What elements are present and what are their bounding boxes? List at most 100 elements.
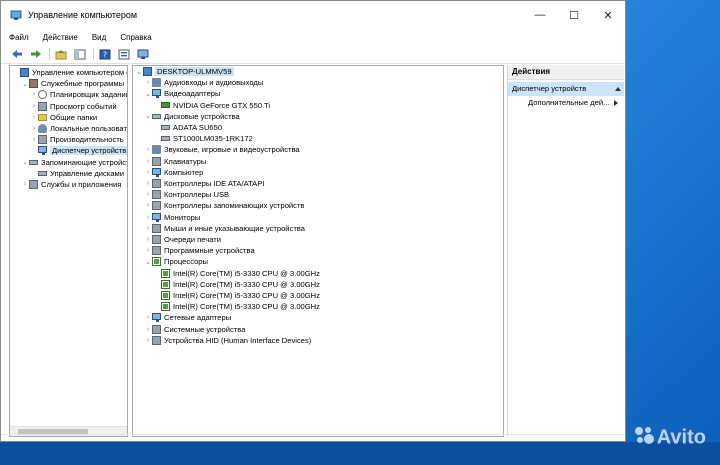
left_tree-node[interactable]: Управление дисками <box>30 168 124 179</box>
left_tree-node[interactable]: › Планировщик заданий <box>30 89 127 100</box>
device_tree-node[interactable]: Intel(R) Core(TM) i5-3330 CPU @ 3.00GHz <box>153 279 320 290</box>
device_tree-node[interactable]: Intel(R) Core(TM) i5-3330 CPU @ 3.00GHz <box>153 268 320 279</box>
expanded-chevron-icon[interactable]: ⌄ <box>21 158 29 166</box>
folder-icon <box>38 113 47 121</box>
title-bar[interactable]: Управление компьютером — ☐ ✕ <box>1 1 625 29</box>
console-tree-pane[interactable]: Управление компьютером (л ⌄ Служебные прог… <box>9 65 128 437</box>
maximize-button[interactable]: ☐ <box>557 1 591 29</box>
submenu-triangle-icon <box>614 100 618 106</box>
minimize-button[interactable]: — <box>523 1 557 29</box>
left_tree-node[interactable]: ⌄ Запоминающие устройст <box>21 157 127 168</box>
collapsed-chevron-icon[interactable]: › <box>144 214 152 221</box>
menu-bar: Файл Действие Вид Справка <box>1 29 625 45</box>
device_tree-node[interactable]: › Мыши и иные указывающие устройства <box>144 223 305 234</box>
left_tree-node[interactable]: › Службы и приложения <box>21 179 121 190</box>
collapsed-chevron-icon[interactable]: › <box>144 326 152 333</box>
collapsed-chevron-icon[interactable]: › <box>144 158 152 165</box>
device-manager-button[interactable] <box>136 48 150 60</box>
left_tree-node[interactable]: › Общие папки <box>30 112 97 123</box>
gen-icon <box>152 156 161 166</box>
device_tree-node[interactable]: › Программные устройства <box>144 245 255 256</box>
device_tree-node[interactable]: › Контроллеры запоминающих устройств <box>144 200 304 211</box>
collapsed-chevron-icon[interactable]: › <box>144 314 152 321</box>
up-level-button[interactable] <box>54 48 68 60</box>
menu-file[interactable]: Файл <box>9 33 29 42</box>
left_tree-label: Управление компьютером (л <box>32 68 128 77</box>
left_tree-node[interactable]: › Локальные пользовате <box>30 123 128 134</box>
device_tree-node[interactable]: › Мониторы <box>144 212 200 223</box>
expanded-chevron-icon[interactable]: ⌄ <box>144 112 152 120</box>
menu-view[interactable]: Вид <box>92 33 106 42</box>
left_tree-node[interactable]: Управление компьютером (л <box>12 67 128 78</box>
expanded-chevron-icon[interactable]: ⌄ <box>144 258 152 266</box>
device_tree-node[interactable]: › Устройства HID (Human Interface Devices… <box>144 335 311 346</box>
speaker-icon <box>152 78 161 88</box>
device_tree-node[interactable]: › Аудиовходы и аудиовыходы <box>144 77 263 88</box>
disk-icon <box>161 125 170 130</box>
collapsed-chevron-icon[interactable]: › <box>144 79 152 86</box>
collapse-triangle-icon[interactable] <box>615 87 621 91</box>
left_tree-node[interactable]: Диспетчер устройств <box>30 145 127 156</box>
device_tree-node[interactable]: › Системные устройства <box>144 324 245 335</box>
expanded-chevron-icon[interactable]: ⌄ <box>144 90 152 98</box>
help-button[interactable]: ? <box>98 48 112 60</box>
device_tree-node[interactable]: › Контроллеры IDE ATA/ATAPI <box>144 178 264 189</box>
device_tree-node[interactable]: › Очереди печати <box>144 234 221 245</box>
collapsed-chevron-icon[interactable]: › <box>21 181 29 188</box>
menu-help[interactable]: Справка <box>120 33 151 42</box>
device_tree-node[interactable]: ⌄ Процессоры <box>144 256 208 267</box>
collapsed-chevron-icon[interactable]: › <box>144 236 152 243</box>
actions-section-device-manager[interactable]: Диспетчер устройств <box>508 82 624 96</box>
toolbar: ? <box>1 45 625 64</box>
more-actions-item[interactable]: Дополнительные дей... <box>508 96 624 110</box>
collapsed-chevron-icon[interactable]: › <box>144 337 152 344</box>
device_tree-node[interactable]: › Контроллеры USB <box>144 189 229 200</box>
device_tree-node[interactable]: ⌄ Видеоадаптеры <box>144 88 220 99</box>
forward-button[interactable] <box>29 48 43 60</box>
collapsed-chevron-icon[interactable]: › <box>30 114 38 121</box>
device_tree-node[interactable]: › Сетевые адаптеры <box>144 312 231 323</box>
collapsed-chevron-icon[interactable]: › <box>30 125 38 132</box>
collapsed-chevron-icon[interactable]: › <box>144 191 152 198</box>
device_tree-node[interactable]: ADATA SU650 <box>153 122 222 133</box>
collapsed-chevron-icon[interactable]: › <box>144 225 152 232</box>
collapsed-chevron-icon[interactable]: › <box>144 202 152 209</box>
collapsed-chevron-icon[interactable]: › <box>30 91 38 98</box>
monitor-icon <box>152 313 161 323</box>
collapsed-chevron-icon[interactable]: › <box>30 103 38 110</box>
gen-icon <box>152 223 161 233</box>
device_tree-node[interactable]: › Звуковые, игровые и видеоустройства <box>144 144 300 155</box>
back-button[interactable] <box>10 48 24 60</box>
device-tree-pane[interactable]: ⌄ DESKTOP-ULMMV59 › Аудиовходы и аудиовыход… <box>132 65 504 437</box>
device_tree-node[interactable]: ⌄ Дисковые устройства <box>144 111 240 122</box>
device_tree-label: Программные устройства <box>164 246 255 256</box>
collapsed-chevron-icon[interactable]: › <box>144 169 152 176</box>
device_tree-label: ST1000LM035-1RK172 <box>173 134 253 144</box>
expanded-chevron-icon[interactable]: ⌄ <box>21 80 29 88</box>
device_tree-node[interactable]: ⌄ DESKTOP-ULMMV59 <box>135 66 234 77</box>
collapsed-chevron-icon[interactable]: › <box>144 180 152 187</box>
left_tree-node[interactable]: › Просмотр событий <box>30 101 117 112</box>
collapsed-chevron-icon[interactable]: › <box>144 247 152 254</box>
device_tree-node[interactable]: Intel(R) Core(TM) i5-3330 CPU @ 3.00GHz <box>153 290 320 301</box>
gen-icon <box>38 135 47 145</box>
pc-icon <box>20 68 29 77</box>
left_tree-label: Локальные пользовате <box>50 124 128 133</box>
left_tree-node[interactable]: ⌄ Служебные программы <box>21 78 124 89</box>
disk-icon <box>38 170 47 176</box>
left_tree-node[interactable]: › Производительность <box>30 134 124 145</box>
device_tree-node[interactable]: › Компьютер <box>144 167 203 178</box>
close-button[interactable]: ✕ <box>591 1 625 29</box>
device_tree-node[interactable]: ST1000LM035-1RK172 <box>153 133 253 144</box>
device_tree-node[interactable]: Intel(R) Core(TM) i5-3330 CPU @ 3.00GHz <box>153 301 320 312</box>
device_tree-node[interactable]: › Клавиатуры <box>144 156 206 167</box>
device_tree-node[interactable]: NVIDIA GeForce GTX 550 Ti <box>153 100 270 111</box>
properties-button[interactable] <box>117 48 131 60</box>
gen-icon <box>152 179 161 188</box>
show-hide-tree-button[interactable] <box>73 48 87 60</box>
collapsed-chevron-icon[interactable]: › <box>144 146 152 153</box>
device_tree-label: NVIDIA GeForce GTX 550 Ti <box>173 100 271 110</box>
collapsed-chevron-icon[interactable]: › <box>30 136 38 143</box>
expanded-chevron-icon[interactable]: ⌄ <box>135 68 143 76</box>
menu-action[interactable]: Действие <box>43 33 78 42</box>
